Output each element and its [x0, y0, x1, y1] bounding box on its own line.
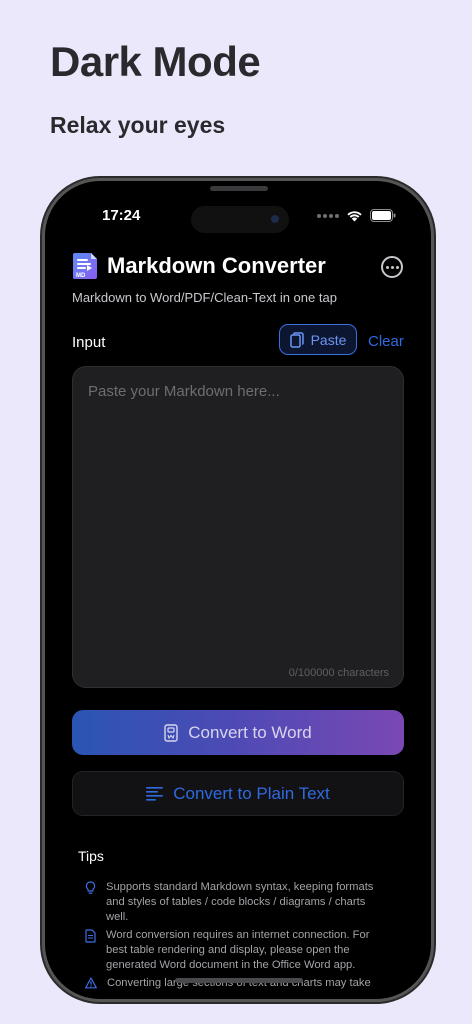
promo-subheadline: Relax your eyes [50, 112, 226, 138]
app-title: Markdown Converter [107, 253, 326, 278]
tip-item: Supports standard Markdown syntax, keepi… [85, 880, 385, 925]
wifi-icon [347, 211, 362, 222]
markdown-input[interactable]: Paste your Markdown here... 0/100000 cha… [72, 366, 404, 688]
tip-text: Word conversion requires an internet con… [106, 929, 370, 971]
promo-headline: Dark Mode [50, 38, 261, 85]
paste-button-label: Paste [310, 331, 347, 348]
tips-title: Tips [78, 848, 104, 864]
cellular-signal-icon [317, 213, 339, 218]
status-icons [317, 209, 396, 222]
app-subtitle: Markdown to Word/PDF/Clean-Text in one t… [72, 290, 337, 305]
convert-to-word-label: Convert to Word [188, 722, 312, 742]
document-icon [85, 929, 96, 943]
phone-frame: 17:24 MD Markdown Converter Markdown to … [42, 178, 434, 1002]
status-time: 17:24 [102, 207, 141, 224]
input-section-label: Input [72, 334, 106, 351]
dynamic-island [191, 206, 289, 233]
app-logo-icon: MD [73, 253, 97, 279]
clipboard-icon [289, 331, 304, 348]
warning-triangle-icon [85, 977, 97, 989]
app-logo-text: MD [76, 273, 86, 279]
tip-item: Word conversion requires an internet con… [85, 928, 385, 973]
tip-text: Supports standard Markdown syntax, keepi… [106, 881, 374, 923]
more-options-button[interactable] [381, 256, 403, 278]
lightbulb-icon [85, 881, 96, 894]
clear-button[interactable]: Clear [368, 333, 404, 350]
character-count: 0/100000 characters [288, 667, 389, 679]
word-document-icon [164, 723, 178, 742]
convert-to-plain-text-button[interactable]: Convert to Plain Text [72, 771, 404, 816]
convert-to-plain-text-label: Convert to Plain Text [173, 783, 330, 803]
text-lines-icon [146, 787, 164, 801]
paste-button[interactable]: Paste [279, 324, 357, 355]
battery-icon [370, 209, 396, 222]
markdown-input-placeholder: Paste your Markdown here... [88, 383, 280, 400]
home-indicator[interactable] [175, 978, 303, 983]
convert-to-word-button[interactable]: Convert to Word [72, 710, 404, 755]
earpiece [210, 186, 268, 191]
